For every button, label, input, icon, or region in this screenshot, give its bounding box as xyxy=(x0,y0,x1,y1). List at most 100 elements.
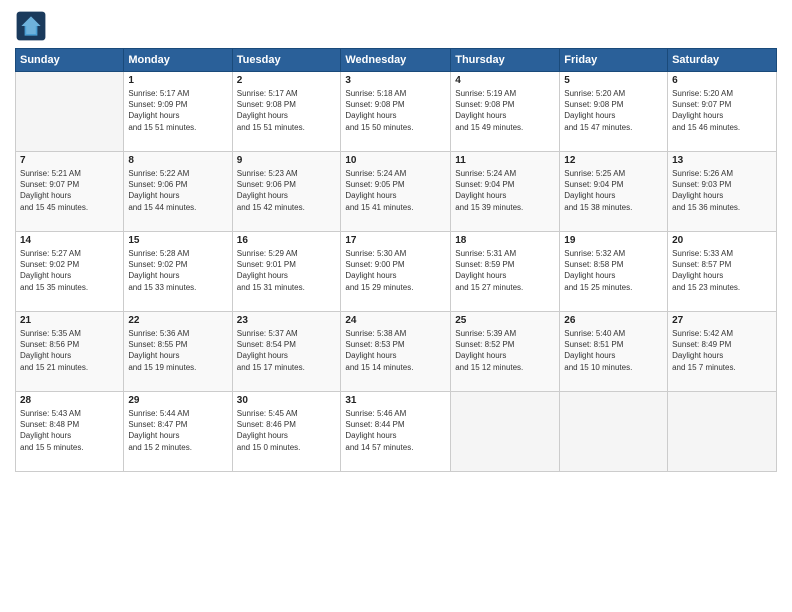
day-cell xyxy=(451,392,560,472)
week-row-5: 28 Sunrise: 5:43 AM Sunset: 8:48 PM Dayl… xyxy=(16,392,777,472)
day-info: Sunrise: 5:29 AM Sunset: 9:01 PM Dayligh… xyxy=(237,248,337,293)
week-row-1: 1 Sunrise: 5:17 AM Sunset: 9:09 PM Dayli… xyxy=(16,72,777,152)
calendar-body: 1 Sunrise: 5:17 AM Sunset: 9:09 PM Dayli… xyxy=(16,72,777,472)
day-info: Sunrise: 5:24 AM Sunset: 9:05 PM Dayligh… xyxy=(345,168,446,213)
day-info: Sunrise: 5:20 AM Sunset: 9:08 PM Dayligh… xyxy=(564,88,663,133)
day-cell: 9 Sunrise: 5:23 AM Sunset: 9:06 PM Dayli… xyxy=(232,152,341,232)
day-number: 21 xyxy=(20,315,119,326)
day-cell: 13 Sunrise: 5:26 AM Sunset: 9:03 PM Dayl… xyxy=(668,152,777,232)
day-info: Sunrise: 5:36 AM Sunset: 8:55 PM Dayligh… xyxy=(128,328,227,373)
day-info: Sunrise: 5:25 AM Sunset: 9:04 PM Dayligh… xyxy=(564,168,663,213)
day-cell: 23 Sunrise: 5:37 AM Sunset: 8:54 PM Dayl… xyxy=(232,312,341,392)
day-cell: 25 Sunrise: 5:39 AM Sunset: 8:52 PM Dayl… xyxy=(451,312,560,392)
day-number: 19 xyxy=(564,235,663,246)
day-info: Sunrise: 5:23 AM Sunset: 9:06 PM Dayligh… xyxy=(237,168,337,213)
day-number: 14 xyxy=(20,235,119,246)
day-cell: 21 Sunrise: 5:35 AM Sunset: 8:56 PM Dayl… xyxy=(16,312,124,392)
weekday-wednesday: Wednesday xyxy=(341,49,451,72)
day-number: 1 xyxy=(128,75,227,86)
day-cell: 5 Sunrise: 5:20 AM Sunset: 9:08 PM Dayli… xyxy=(560,72,668,152)
day-number: 23 xyxy=(237,315,337,326)
day-number: 9 xyxy=(237,155,337,166)
day-number: 25 xyxy=(455,315,555,326)
week-row-3: 14 Sunrise: 5:27 AM Sunset: 9:02 PM Dayl… xyxy=(16,232,777,312)
day-info: Sunrise: 5:17 AM Sunset: 9:08 PM Dayligh… xyxy=(237,88,337,133)
day-number: 11 xyxy=(455,155,555,166)
day-info: Sunrise: 5:38 AM Sunset: 8:53 PM Dayligh… xyxy=(345,328,446,373)
day-info: Sunrise: 5:43 AM Sunset: 8:48 PM Dayligh… xyxy=(20,408,119,453)
page: SundayMondayTuesdayWednesdayThursdayFrid… xyxy=(0,0,792,612)
day-info: Sunrise: 5:18 AM Sunset: 9:08 PM Dayligh… xyxy=(345,88,446,133)
day-cell: 1 Sunrise: 5:17 AM Sunset: 9:09 PM Dayli… xyxy=(124,72,232,152)
day-number: 4 xyxy=(455,75,555,86)
day-info: Sunrise: 5:30 AM Sunset: 9:00 PM Dayligh… xyxy=(345,248,446,293)
day-number: 10 xyxy=(345,155,446,166)
day-cell: 2 Sunrise: 5:17 AM Sunset: 9:08 PM Dayli… xyxy=(232,72,341,152)
weekday-friday: Friday xyxy=(560,49,668,72)
day-cell: 30 Sunrise: 5:45 AM Sunset: 8:46 PM Dayl… xyxy=(232,392,341,472)
day-cell: 3 Sunrise: 5:18 AM Sunset: 9:08 PM Dayli… xyxy=(341,72,451,152)
calendar: SundayMondayTuesdayWednesdayThursdayFrid… xyxy=(15,48,777,472)
day-cell: 6 Sunrise: 5:20 AM Sunset: 9:07 PM Dayli… xyxy=(668,72,777,152)
logo-icon xyxy=(15,10,47,42)
day-number: 31 xyxy=(345,395,446,406)
day-number: 12 xyxy=(564,155,663,166)
day-cell xyxy=(16,72,124,152)
day-info: Sunrise: 5:28 AM Sunset: 9:02 PM Dayligh… xyxy=(128,248,227,293)
day-number: 7 xyxy=(20,155,119,166)
weekday-tuesday: Tuesday xyxy=(232,49,341,72)
day-info: Sunrise: 5:17 AM Sunset: 9:09 PM Dayligh… xyxy=(128,88,227,133)
day-number: 29 xyxy=(128,395,227,406)
day-cell: 29 Sunrise: 5:44 AM Sunset: 8:47 PM Dayl… xyxy=(124,392,232,472)
day-info: Sunrise: 5:44 AM Sunset: 8:47 PM Dayligh… xyxy=(128,408,227,453)
day-number: 2 xyxy=(237,75,337,86)
week-row-4: 21 Sunrise: 5:35 AM Sunset: 8:56 PM Dayl… xyxy=(16,312,777,392)
day-info: Sunrise: 5:37 AM Sunset: 8:54 PM Dayligh… xyxy=(237,328,337,373)
day-cell: 28 Sunrise: 5:43 AM Sunset: 8:48 PM Dayl… xyxy=(16,392,124,472)
day-info: Sunrise: 5:33 AM Sunset: 8:57 PM Dayligh… xyxy=(672,248,772,293)
day-number: 15 xyxy=(128,235,227,246)
day-info: Sunrise: 5:24 AM Sunset: 9:04 PM Dayligh… xyxy=(455,168,555,213)
day-number: 16 xyxy=(237,235,337,246)
day-cell: 27 Sunrise: 5:42 AM Sunset: 8:49 PM Dayl… xyxy=(668,312,777,392)
day-cell: 8 Sunrise: 5:22 AM Sunset: 9:06 PM Dayli… xyxy=(124,152,232,232)
day-info: Sunrise: 5:45 AM Sunset: 8:46 PM Dayligh… xyxy=(237,408,337,453)
day-info: Sunrise: 5:46 AM Sunset: 8:44 PM Dayligh… xyxy=(345,408,446,453)
day-info: Sunrise: 5:40 AM Sunset: 8:51 PM Dayligh… xyxy=(564,328,663,373)
day-cell: 22 Sunrise: 5:36 AM Sunset: 8:55 PM Dayl… xyxy=(124,312,232,392)
day-info: Sunrise: 5:42 AM Sunset: 8:49 PM Dayligh… xyxy=(672,328,772,373)
day-cell xyxy=(560,392,668,472)
day-number: 3 xyxy=(345,75,446,86)
day-number: 28 xyxy=(20,395,119,406)
logo xyxy=(15,10,51,42)
weekday-monday: Monday xyxy=(124,49,232,72)
day-cell: 10 Sunrise: 5:24 AM Sunset: 9:05 PM Dayl… xyxy=(341,152,451,232)
day-number: 27 xyxy=(672,315,772,326)
day-info: Sunrise: 5:21 AM Sunset: 9:07 PM Dayligh… xyxy=(20,168,119,213)
day-cell: 7 Sunrise: 5:21 AM Sunset: 9:07 PM Dayli… xyxy=(16,152,124,232)
weekday-sunday: Sunday xyxy=(16,49,124,72)
day-cell: 17 Sunrise: 5:30 AM Sunset: 9:00 PM Dayl… xyxy=(341,232,451,312)
day-cell: 14 Sunrise: 5:27 AM Sunset: 9:02 PM Dayl… xyxy=(16,232,124,312)
day-number: 8 xyxy=(128,155,227,166)
weekday-thursday: Thursday xyxy=(451,49,560,72)
day-cell: 19 Sunrise: 5:32 AM Sunset: 8:58 PM Dayl… xyxy=(560,232,668,312)
day-number: 24 xyxy=(345,315,446,326)
header xyxy=(15,10,777,42)
week-row-2: 7 Sunrise: 5:21 AM Sunset: 9:07 PM Dayli… xyxy=(16,152,777,232)
day-number: 13 xyxy=(672,155,772,166)
day-cell: 16 Sunrise: 5:29 AM Sunset: 9:01 PM Dayl… xyxy=(232,232,341,312)
day-number: 30 xyxy=(237,395,337,406)
day-number: 6 xyxy=(672,75,772,86)
day-cell: 11 Sunrise: 5:24 AM Sunset: 9:04 PM Dayl… xyxy=(451,152,560,232)
day-number: 22 xyxy=(128,315,227,326)
day-cell: 26 Sunrise: 5:40 AM Sunset: 8:51 PM Dayl… xyxy=(560,312,668,392)
day-cell: 4 Sunrise: 5:19 AM Sunset: 9:08 PM Dayli… xyxy=(451,72,560,152)
day-cell: 18 Sunrise: 5:31 AM Sunset: 8:59 PM Dayl… xyxy=(451,232,560,312)
weekday-saturday: Saturday xyxy=(668,49,777,72)
day-info: Sunrise: 5:31 AM Sunset: 8:59 PM Dayligh… xyxy=(455,248,555,293)
day-info: Sunrise: 5:22 AM Sunset: 9:06 PM Dayligh… xyxy=(128,168,227,213)
day-number: 26 xyxy=(564,315,663,326)
day-cell: 31 Sunrise: 5:46 AM Sunset: 8:44 PM Dayl… xyxy=(341,392,451,472)
day-number: 5 xyxy=(564,75,663,86)
